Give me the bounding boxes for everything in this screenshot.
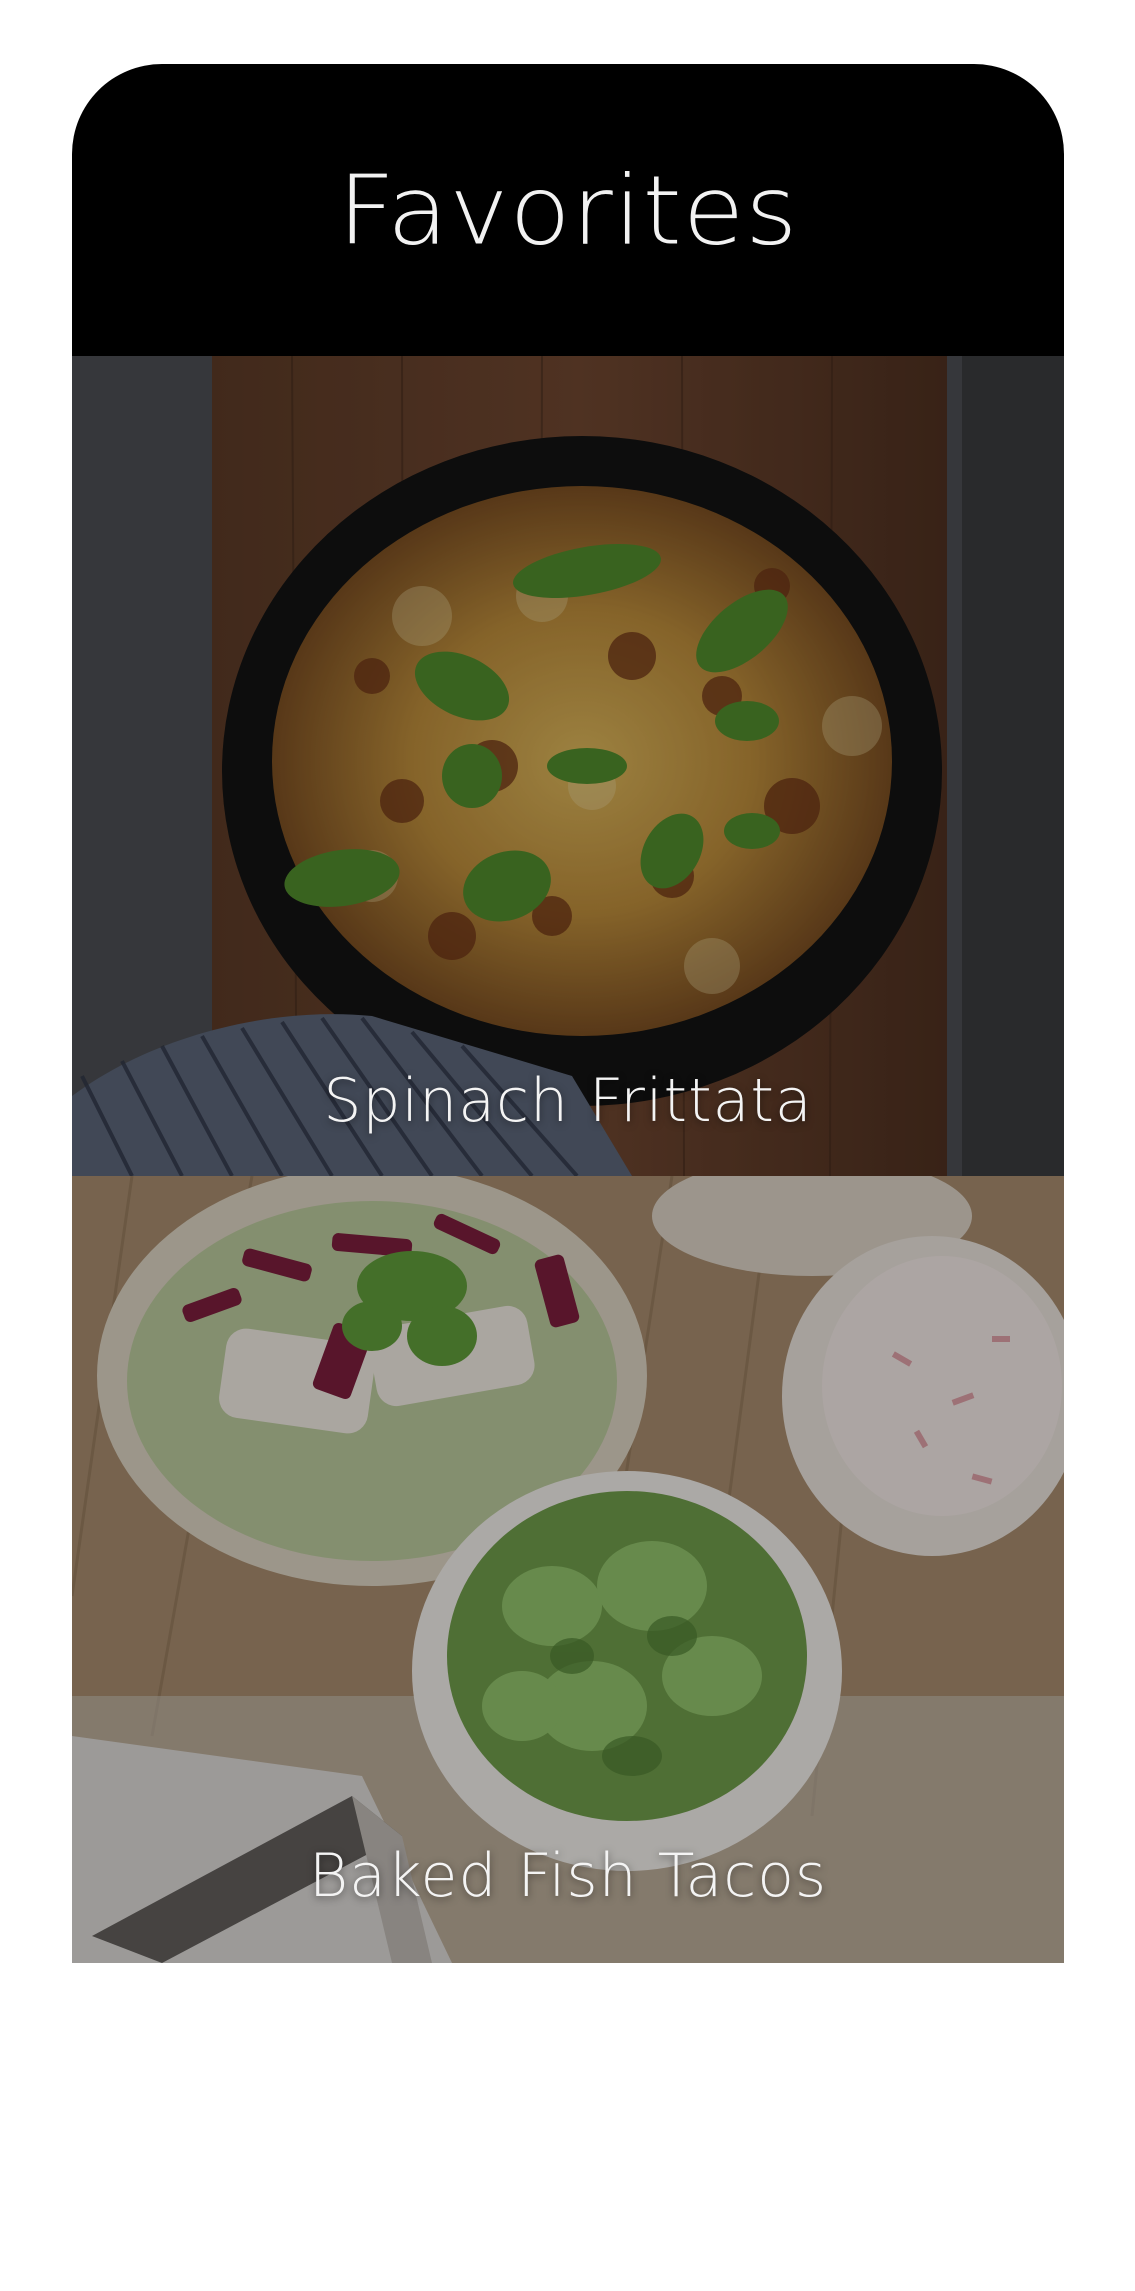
recipe-card-spinach-frittata[interactable]: Spinach Frittata [72, 356, 1064, 1176]
photo-overlay [72, 356, 1064, 1176]
recipe-card-baked-fish-tacos[interactable]: Baked Fish Tacos [72, 1176, 1064, 1963]
app-screen: Favorites Spinach Frittata Baked Fish Ta… [72, 64, 1064, 1964]
header-bar: Favorites [72, 64, 1064, 356]
page-title: Favorites [337, 154, 799, 266]
recipe-title: Spinach Frittata [323, 1066, 813, 1136]
recipe-title: Baked Fish Tacos [308, 1841, 828, 1911]
